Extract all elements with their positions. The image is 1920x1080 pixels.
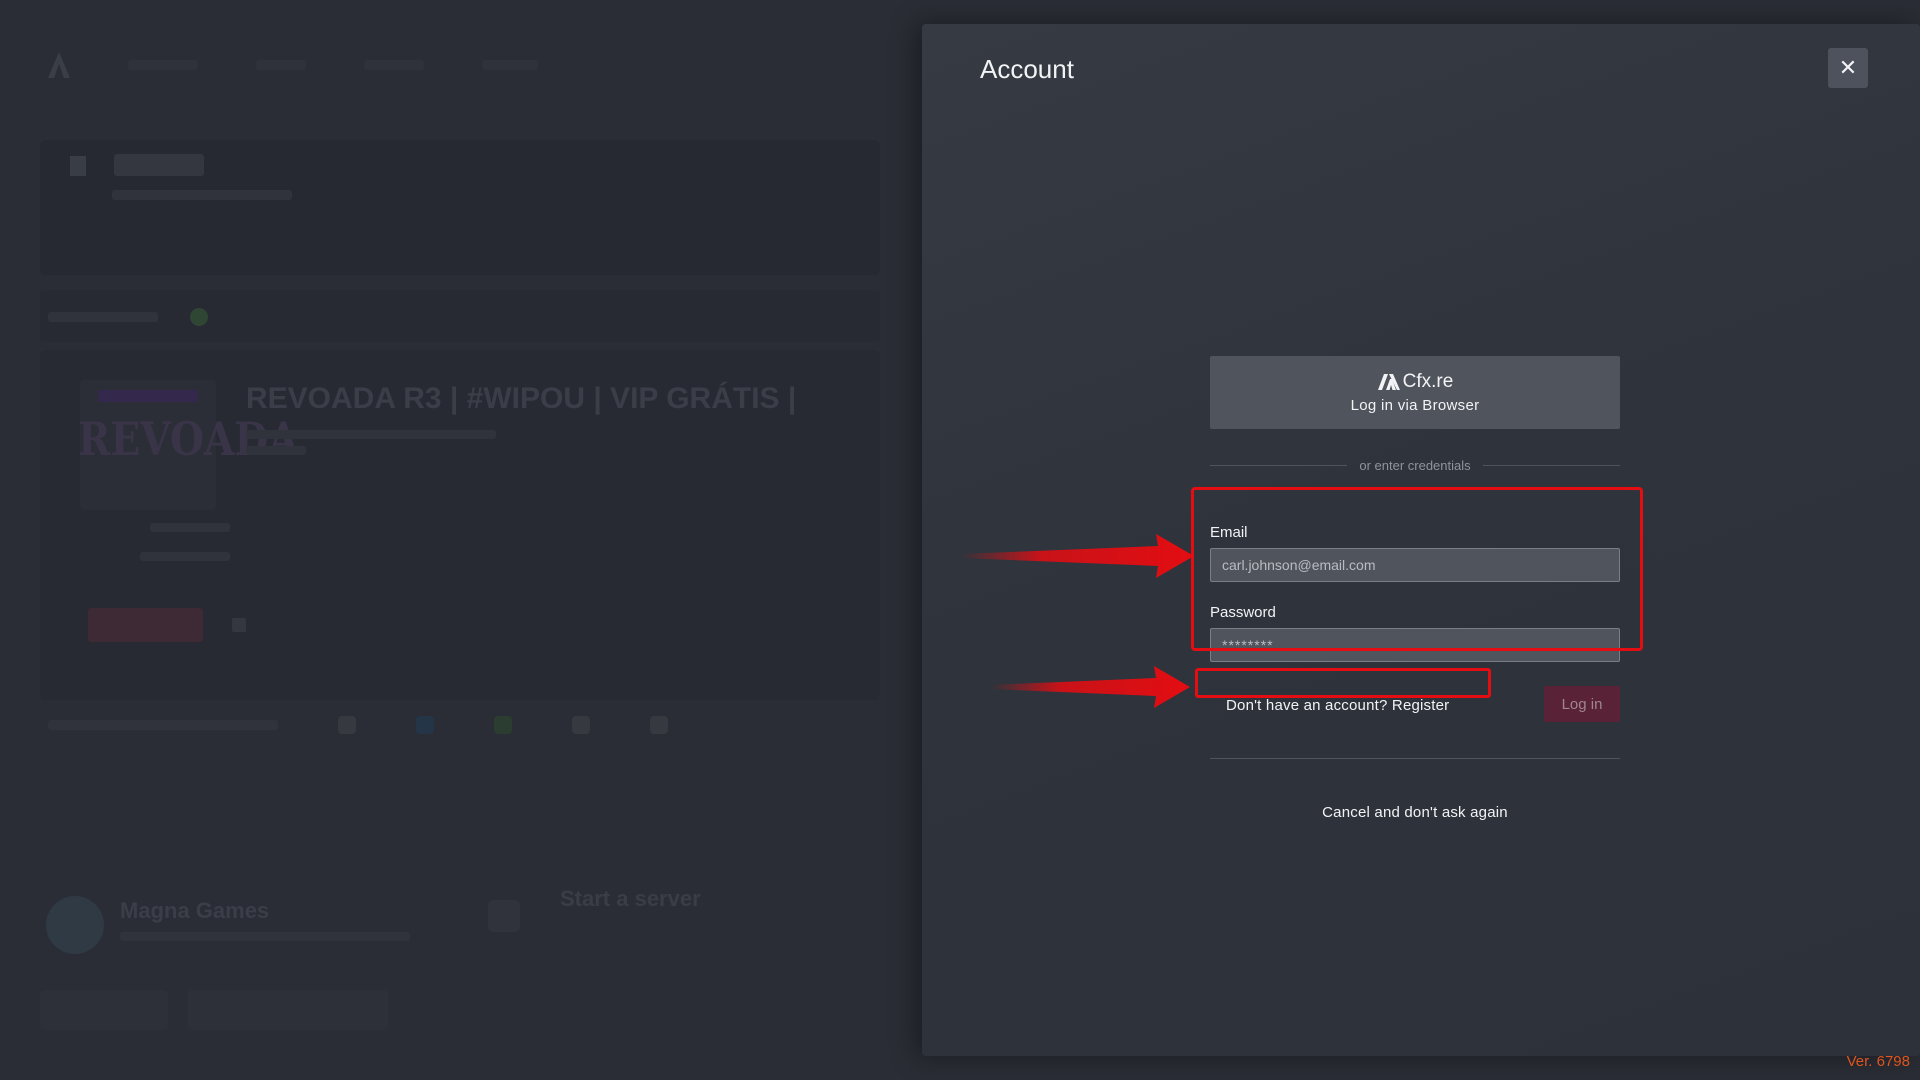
footer-name: Magna Games [120,898,270,923]
background-nav-item [482,60,538,70]
server-banner: REVOADA [78,380,299,510]
cancel-dont-ask-link[interactable]: Cancel and don't ask again [1210,804,1620,821]
server-stat [140,552,230,561]
background-server-card: REVOADA REVOADA R3 | #WIPOU | VIP GRÁTIS… [40,350,880,700]
bottom-divider [1210,758,1620,759]
background-tool-icon [650,716,668,734]
background-nav-item [128,60,198,70]
background-footer-button [40,990,168,1030]
dialog-title: Account [980,54,1074,84]
cfx-button-label: Log in via Browser [1350,397,1480,414]
background-nav [48,52,538,78]
server-icon [488,900,520,932]
footer-title: Start a server [560,886,701,911]
background-toolbar [48,705,888,745]
background-strip [40,290,880,342]
version-label: Ver. 6798 [1846,1053,1910,1070]
divider-text: or enter credentials [1359,458,1471,473]
background-card-title [114,154,204,176]
cfx-login-browser-button[interactable]: Cfx.re Log in via Browser [1210,356,1620,429]
server-subtitle [246,446,306,455]
divider-line [1482,465,1620,466]
credentials-divider: or enter credentials [1210,458,1620,473]
background-toolbar-text [48,720,278,730]
background-tool-icon [572,716,590,734]
server-subtitle [246,430,496,439]
background-card [40,140,880,275]
annotation-register-box [1195,668,1491,698]
divider-line [1210,465,1348,466]
status-dot-icon [190,308,208,326]
background-nav-item [256,60,306,70]
background-strip-label [48,312,158,322]
background-connect-button [88,608,203,642]
background-card-subtitle [112,190,292,200]
cfx-logo-icon [1377,374,1400,390]
background-logo [48,52,70,78]
background-tool-icon [494,716,512,734]
background-nav-item [364,60,424,70]
cfx-logo: Cfx.re [1377,371,1454,393]
flag-icon [70,156,86,176]
annotation-arrow-icon [960,534,1194,578]
footer-subtitle [120,932,410,941]
server-banner-bar [98,390,198,402]
server-stat [150,523,230,532]
background-footer-button [188,990,388,1030]
close-icon: ✕ [1838,55,1858,80]
close-button[interactable]: ✕ [1828,48,1868,88]
cfx-logo-text: Cfx.re [1402,371,1454,392]
annotation-credentials-box [1191,487,1643,651]
server-logo: REVOADA [78,412,299,466]
background-tool-icon [416,716,434,734]
background-menu-icon [232,618,246,632]
background-footer: Magna Games Start a server [40,860,900,1030]
login-button[interactable]: Log in [1544,686,1620,722]
avatar [46,896,104,954]
background-tool-icon [338,716,356,734]
register-link[interactable]: Don't have an account? Register [1226,697,1449,714]
server-title: REVOADA R3 | #WIPOU | VIP GRÁTIS | [246,382,797,415]
annotation-arrow-icon [990,666,1190,708]
